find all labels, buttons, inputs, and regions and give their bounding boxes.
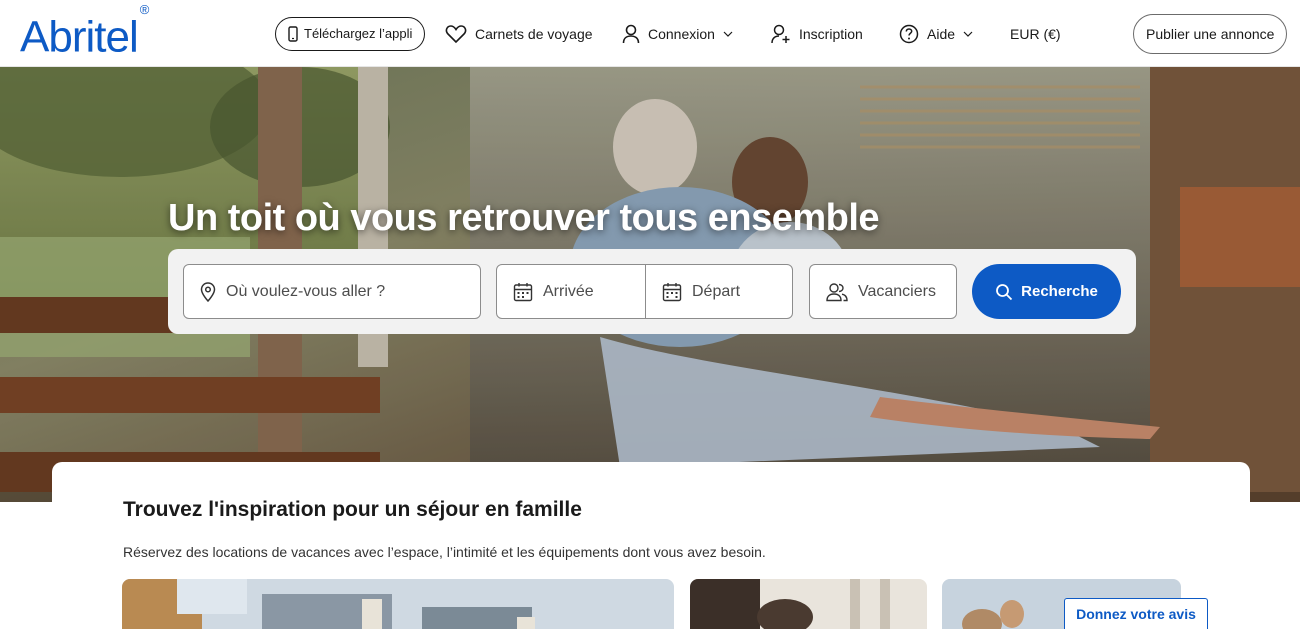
search-button-label: Recherche [1021,283,1098,300]
calendar-icon [662,282,682,301]
download-app-button[interactable]: Téléchargez l’appli [275,16,426,51]
checkout-label: Départ [692,282,741,300]
chevron-down-icon [723,31,733,37]
destination-placeholder: Où voulez-vous aller ? [226,282,386,300]
publish-listing-label: Publier une annonce [1146,25,1275,42]
inspiration-card-image[interactable] [690,579,927,629]
phone-icon [288,25,298,42]
travelers-label: Vacanciers [858,282,936,300]
travelers-input[interactable]: Vacanciers [809,264,957,319]
login-label: Connexion [648,25,715,42]
chevron-down-icon [963,31,973,37]
login-menu[interactable]: Connexion [622,24,733,44]
checkin-label: Arrivée [543,282,594,300]
publish-listing-button[interactable]: Publier une annonce [1133,13,1288,54]
abritel-logo[interactable]: Abritel® [20,2,149,62]
feedback-tab[interactable]: Donnez votre avis [1064,598,1208,629]
help-icon [899,24,919,43]
section-subtitle: Réservez des locations de vacances avec … [123,544,766,560]
hero-title: Un toit où vous retrouver tous ensemble [168,197,880,239]
search-button[interactable]: Recherche [972,264,1121,319]
help-menu[interactable]: Aide [899,24,973,44]
site-header: Abritel® Téléchargez l’appli Carnets de … [0,0,1300,67]
flag-fr-icon[interactable] [1087,26,1107,41]
section-title: Trouvez l'inspiration pour un séjour en … [123,498,582,521]
search-icon [996,283,1013,300]
checkin-input[interactable]: Arrivée [496,264,646,319]
logo-text: Abritel [20,12,139,62]
destination-input[interactable]: Où voulez-vous aller ? [183,264,481,319]
family-photo [690,579,927,629]
add-user-icon [771,24,790,43]
download-app-label: Téléchargez l’appli [304,26,413,41]
signup-label: Inscription [799,25,863,42]
search-form: Où voulez-vous aller ? Arrivée Départ Va… [168,249,1136,334]
currency-label: EUR (€) [1010,25,1061,42]
user-icon [622,24,640,43]
trips-link[interactable]: Carnets de voyage [445,24,593,44]
inspiration-card-image[interactable] [122,579,674,629]
signup-link[interactable]: Inscription [771,24,863,44]
calendar-icon [513,282,533,301]
travelers-icon [826,282,848,301]
hero-banner: Un toit où vous retrouver tous ensemble … [0,67,1300,502]
checkout-input[interactable]: Départ [645,264,793,319]
currency-selector[interactable]: EUR (€) [1010,26,1061,42]
location-pin-icon [200,281,216,302]
heart-icon [445,24,467,43]
registered-mark: ® [139,2,150,17]
house-photo [122,579,674,629]
help-label: Aide [927,25,956,42]
trips-label: Carnets de voyage [475,25,593,42]
